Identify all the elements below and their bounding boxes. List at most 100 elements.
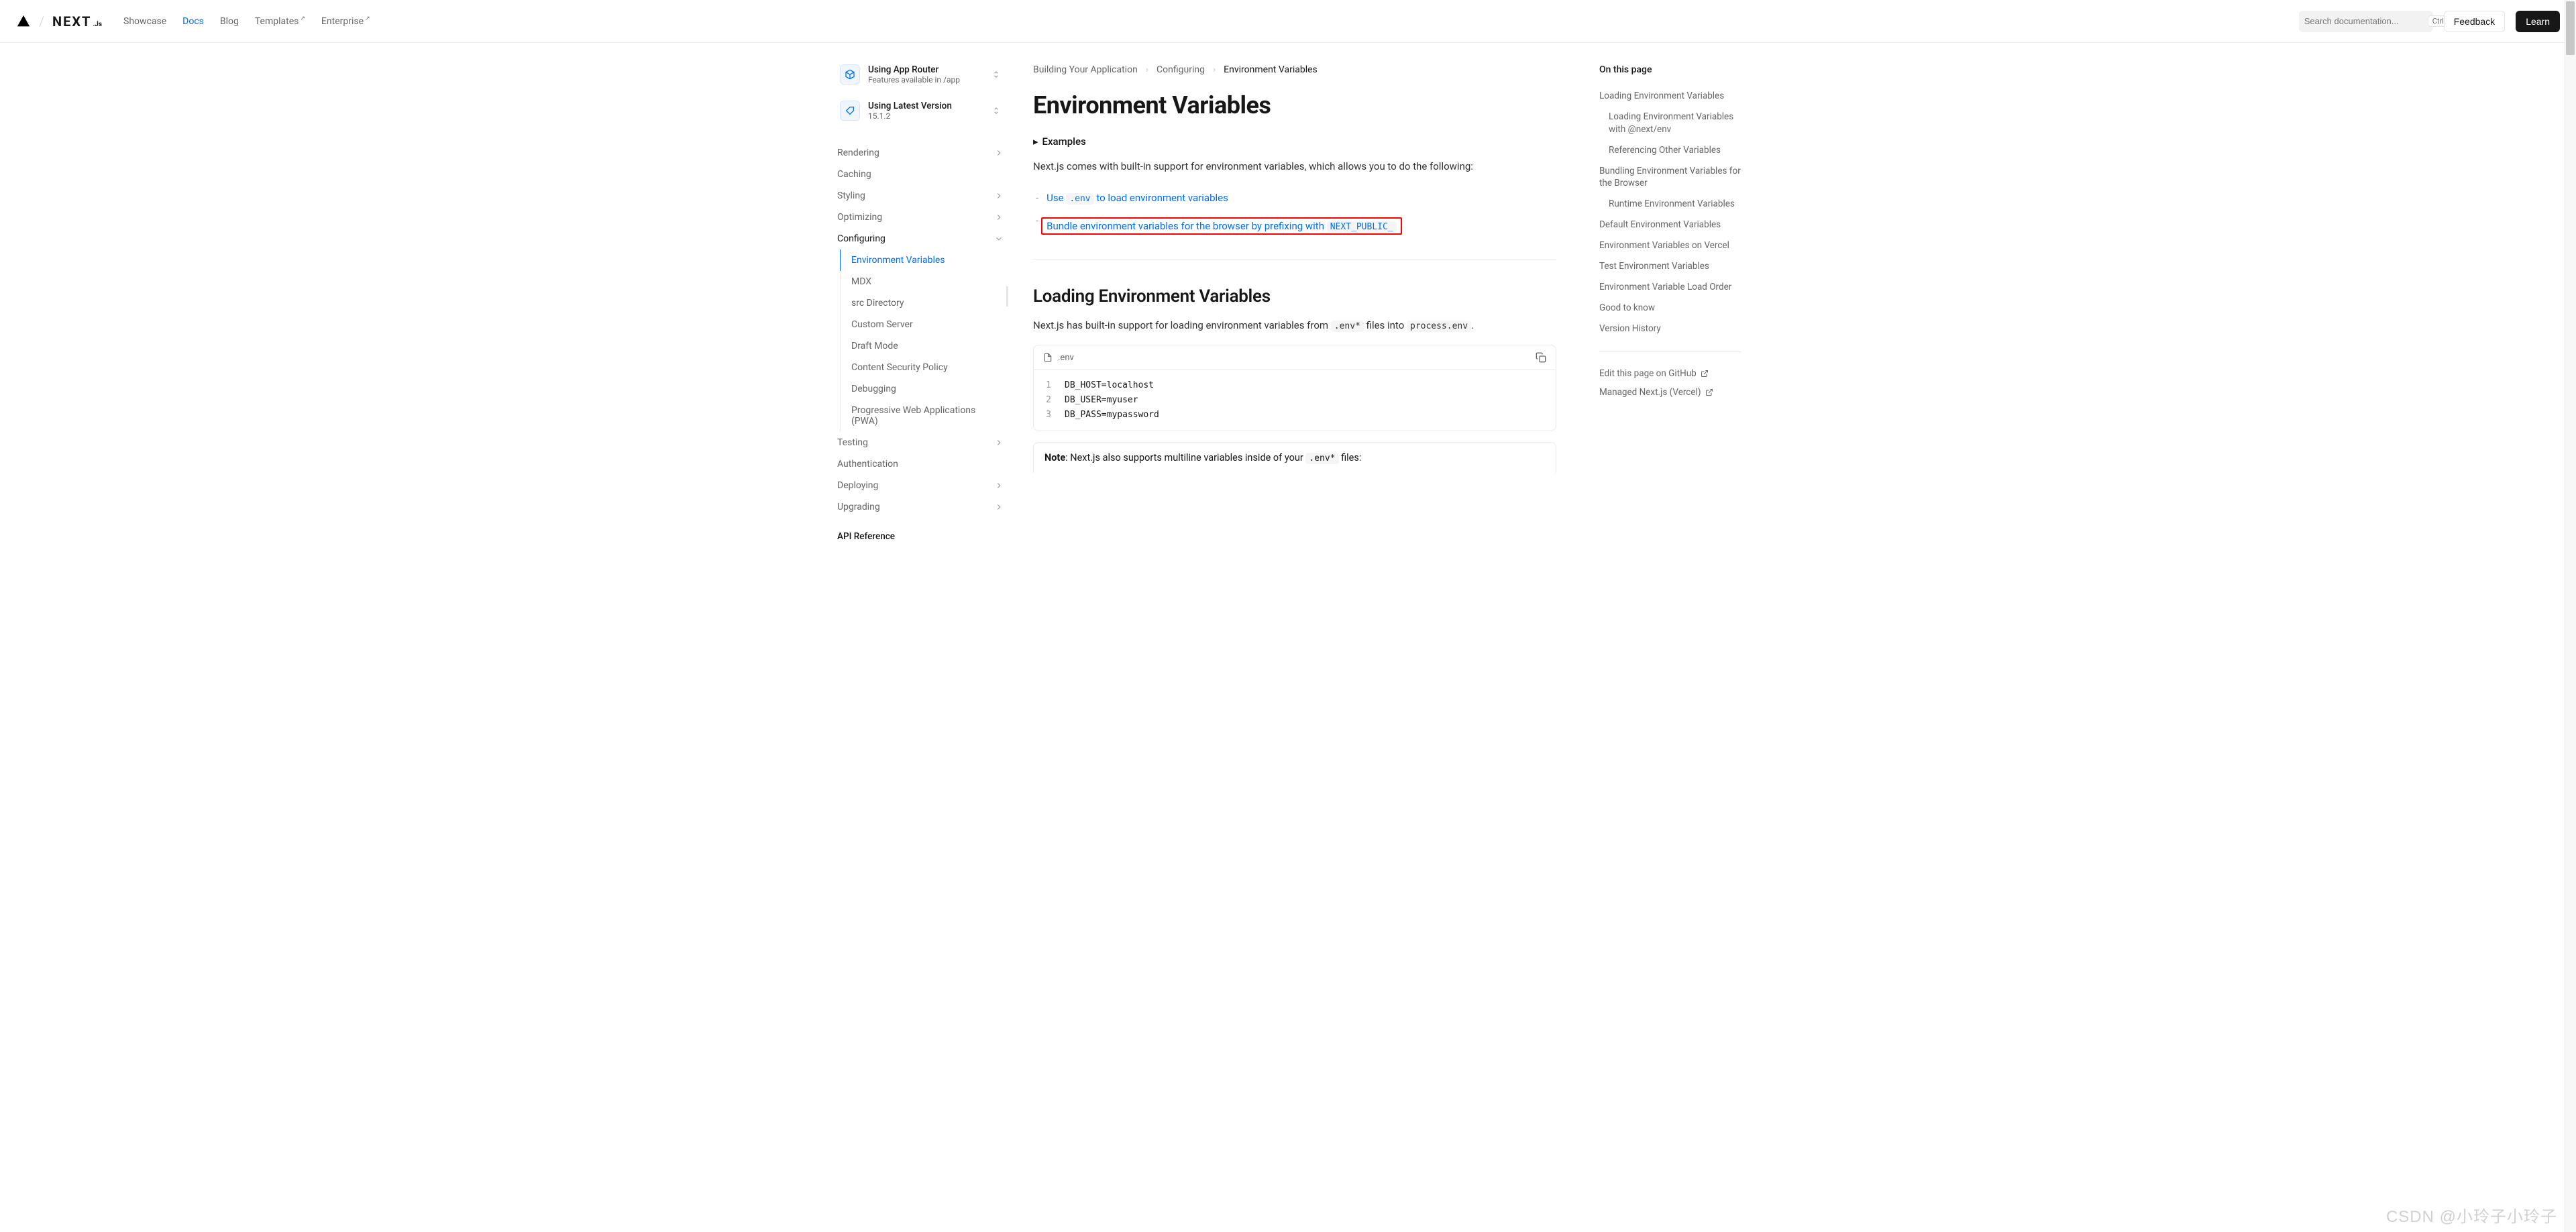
heading-loading-env: Loading Environment Variables [1033,286,1556,306]
external-link-icon: ↗ [300,15,305,22]
nav-item-templates[interactable]: Templates↗ [255,16,305,27]
toc-item[interactable]: Environment Variables on Vercel [1599,235,1741,256]
inline-code: .env [1066,193,1093,205]
sidebar-item-authentication[interactable]: Authentication [835,453,1006,475]
nav-item-showcase[interactable]: Showcase [123,16,166,27]
main-content: Building Your Application › Configuring › En… [1006,43,1583,561]
scrollbar-track[interactable] [2565,0,2576,1232]
sidebar-item-caching[interactable]: Caching [835,164,1006,185]
toc-divider [1599,351,1741,352]
sidebar-subitem[interactable]: Draft Mode [841,335,1006,357]
sidebar-selector[interactable]: Using App RouterFeatures available in /a… [835,59,1006,90]
toc-item[interactable]: Loading Environment Variables with @next… [1599,107,1741,140]
sidebar-subitem[interactable]: Content Security Policy [841,357,1006,378]
feature-item: Bundle environment variables for the bro… [1033,209,1556,243]
copy-icon[interactable] [1536,352,1546,363]
toc-item[interactable]: Environment Variable Load Order [1599,277,1741,298]
code-text: DB_HOST=localhost [1065,378,1154,393]
sidebar-item-label: Upgrading [837,502,880,512]
line-number: 2 [1043,393,1051,408]
chevron-right-icon [994,438,1004,447]
sidebar-item-rendering[interactable]: Rendering [835,142,1006,164]
sidebar-item-label: Caching [837,169,871,180]
toc-external-link[interactable]: Edit this page on GitHub [1599,364,1741,383]
toc-item[interactable]: Version History [1599,319,1741,339]
line-number: 1 [1043,378,1051,393]
sidebar-subitem[interactable]: MDX [841,271,1006,292]
breadcrumb: Building Your Application › Configuring › En… [1033,64,1556,75]
examples-toggle[interactable]: ▸ Examples [1033,135,1556,148]
chevron-right-icon: › [1213,64,1216,75]
primary-nav: Showcase Docs Blog Templates↗ Enterprise↗ [123,16,370,27]
sidebar-subitem[interactable]: Environment Variables [841,249,1006,271]
toc-item[interactable]: Good to know [1599,298,1741,319]
page-title: Environment Variables [1033,91,1556,119]
sidebar-item-styling[interactable]: Styling [835,185,1006,207]
selector-subtitle: 15.1.2 [868,111,983,121]
toc-item[interactable]: Referencing Other Variables [1599,140,1741,161]
code-header: .env [1034,345,1556,370]
sidebar-item-configuring[interactable]: Configuring [835,228,1006,249]
sidebar-item-testing[interactable]: Testing [835,432,1006,453]
code-line: 3DB_PASS=mypassword [1043,408,1546,423]
feature-item: Use .env to load environment variables [1033,186,1556,209]
sidebar-heading-api: API Reference [835,518,1006,545]
inline-code: process.env [1407,321,1471,332]
feature-list: Use .env to load environment variables Bu… [1033,186,1556,243]
toc-item[interactable]: Loading Environment Variables [1599,86,1741,107]
code-text: DB_USER=myuser [1065,393,1138,408]
sidebar-item-label: Deploying [837,480,878,491]
breadcrumb-item[interactable]: Building Your Application [1033,64,1138,75]
toc-item[interactable]: Default Environment Variables [1599,215,1741,235]
feedback-button[interactable]: Feedback [2444,11,2505,32]
chevron-right-icon: › [1146,64,1148,75]
feature-link[interactable]: Bundle environment variables for the bro… [1046,220,1396,232]
nav-item-docs[interactable]: Docs [182,16,204,27]
learn-button[interactable]: Learn [2516,11,2560,32]
toc-item[interactable]: Bundling Environment Variables for the B… [1599,161,1741,194]
nextjs-logo: NEXT.Js [52,13,102,30]
tag-icon [840,101,860,121]
sidebar-subitem[interactable]: Progressive Web Applications (PWA) [841,400,1006,432]
chevron-right-icon [994,213,1004,222]
code-body: 1 DB_HOST=localhost 2 DB_USER=myuser3DB_PAS… [1034,370,1556,431]
toc-external-link[interactable]: Managed Next.js (Vercel) [1599,383,1741,402]
sidebar-subitem[interactable]: Custom Server [841,314,1006,335]
sidebar-selector[interactable]: Using Latest Version15.1.2 [835,95,1006,126]
logo-group[interactable]: / NEXT.Js [16,13,102,30]
watermark: CSDN @小玲子小玲子 [2386,1203,2557,1227]
toc-item[interactable]: Runtime Environment Variables [1599,194,1741,215]
breadcrumb-item[interactable]: Configuring [1157,64,1205,75]
code-text: DB_PASS=mypassword [1065,408,1159,423]
search-input[interactable] [2304,16,2422,26]
inline-code: .env* [1331,321,1364,332]
selector-title: Using App Router [868,64,983,75]
disclosure-triangle-icon: ▸ [1033,135,1038,148]
table-of-contents: On this page Loading Environment Variabl… [1583,43,1758,561]
chevron-right-icon [994,148,1004,158]
nav-item-blog[interactable]: Blog [220,16,239,27]
external-link-icon [1701,370,1709,378]
nav-item-enterprise[interactable]: Enterprise↗ [321,16,370,27]
sidebar-item-upgrading[interactable]: Upgrading [835,496,1006,518]
logo-separator: / [39,13,44,30]
external-link-icon: ↗ [365,15,370,22]
section-divider [1033,259,1556,260]
toc-item[interactable]: Test Environment Variables [1599,256,1741,277]
sidebar-subitem[interactable]: Debugging [841,378,1006,400]
sidebar-item-optimizing[interactable]: Optimizing [835,207,1006,228]
loading-paragraph: Next.js has built-in support for loading… [1033,317,1556,335]
code-filename: .env [1058,353,1074,363]
scrollbar-thumb[interactable] [2566,1,2575,55]
chevron-updown-icon [991,70,1001,79]
breadcrumb-item: Environment Variables [1224,64,1318,75]
inline-code: NEXT_PUBLIC_ [1327,221,1397,233]
search-box[interactable]: CtrlK [2299,11,2433,32]
global-header: / NEXT.Js Showcase Docs Blog Templates↗ Ente… [0,0,2576,43]
feature-link[interactable]: Use .env to load environment variables [1046,192,1228,204]
chevron-down-icon [994,234,1004,243]
sidebar-item-label: Authentication [837,459,898,469]
sidebar-subitem[interactable]: src Directory [841,292,1006,314]
sidebar-item-deploying[interactable]: Deploying [835,475,1006,496]
sidebar-item-label: Optimizing [837,212,882,223]
